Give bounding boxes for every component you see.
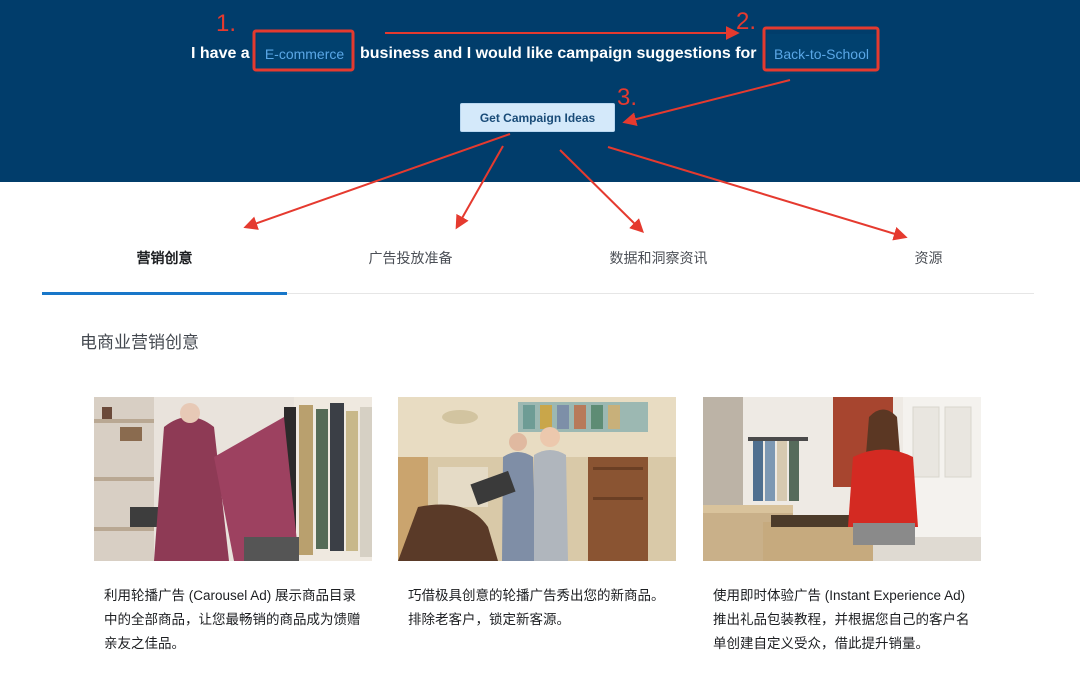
idea-card: 使用即时体验广告 (Instant Experience Ad) 推出礼品包装教… [703, 397, 981, 656]
tab-data-insights[interactable]: 数据和洞察资讯 [536, 230, 781, 293]
sentence-prefix: I have a [191, 45, 250, 62]
tab-label: 营销创意 [136, 250, 193, 266]
card-description: 使用即时体验广告 (Instant Experience Ad) 推出礼品包装教… [713, 588, 970, 651]
clothing-store-photo [94, 397, 372, 561]
occasion-select[interactable]: Back-to-School [767, 34, 876, 74]
business-type-select[interactable]: E-commerce [257, 34, 352, 74]
tab-ad-preparation[interactable]: 广告投放准备 [288, 230, 533, 293]
annotation-number-1: 1. [216, 10, 237, 37]
tab-label: 资源 [914, 250, 943, 266]
tab-bar: 营销创意 广告投放准备 数据和洞察资讯 资源 [42, 230, 1034, 295]
idea-card: 利用轮播广告 (Carousel Ad) 展示商品目录中的全部商品，让您最畅销的… [94, 397, 372, 656]
get-campaign-ideas-button[interactable]: Get Campaign Ideas [460, 103, 615, 132]
home-decor-shop-photo [398, 397, 676, 561]
tab-label: 广告投放准备 [368, 250, 453, 266]
tab-marketing-ideas[interactable]: 营销创意 [42, 230, 287, 295]
card-description: 巧借极具创意的轮播广告秀出您的新商品。排除老客户，锁定新客源。 [408, 588, 665, 627]
annotation-number-3: 3. [617, 84, 638, 111]
sentence-middle: business and I would like campaign sugge… [360, 45, 757, 62]
idea-card: 巧借极具创意的轮播广告秀出您的新商品。排除老客户，锁定新客源。 [398, 397, 676, 632]
active-tab-indicator [42, 292, 287, 295]
tab-resources[interactable]: 资源 [806, 230, 1051, 293]
annotation-number-2: 2. [736, 8, 757, 35]
page: I have a E-commerce business and I would… [0, 0, 1080, 688]
tab-label: 数据和洞察资讯 [609, 250, 708, 266]
section-title: 电商业营销创意 [80, 333, 199, 352]
campaign-builder-banner: I have a E-commerce business and I would… [0, 0, 1080, 182]
card-description: 利用轮播广告 (Carousel Ad) 展示商品目录中的全部商品，让您最畅销的… [104, 588, 361, 651]
packing-gift-box-photo [703, 397, 981, 561]
